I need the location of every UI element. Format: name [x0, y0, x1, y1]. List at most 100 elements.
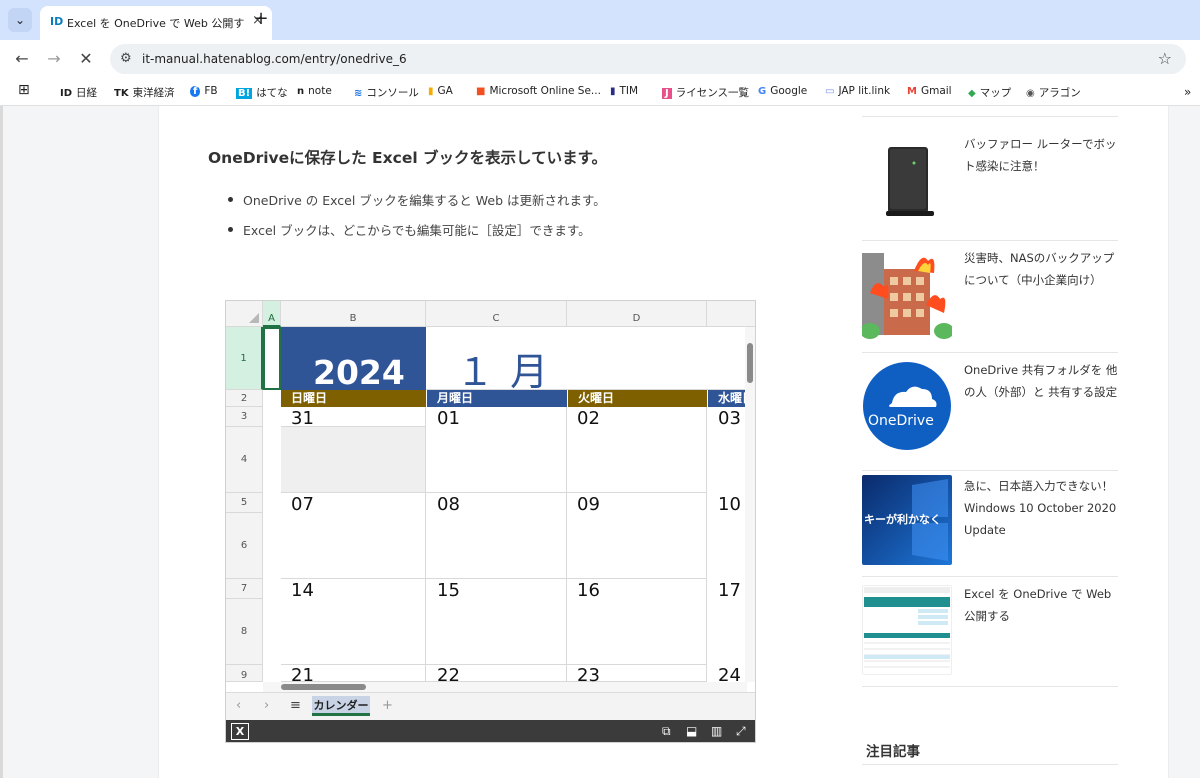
- windows-keyboard-thumbnail[interactable]: キーが利かなく: [862, 475, 952, 565]
- horizontal-scroll-thumb[interactable]: [281, 684, 366, 690]
- wednesday-header[interactable]: 水曜日: [707, 390, 747, 407]
- address-bar[interactable]: ⚙ it-manual.hatenablog.com/entry/onedriv…: [110, 44, 1186, 74]
- row-header-3[interactable]: 3: [226, 407, 263, 427]
- bookmark-license-list[interactable]: J ライセンス一覧: [662, 85, 749, 100]
- column-header-a[interactable]: A: [263, 301, 281, 327]
- row-header-2[interactable]: 2: [226, 390, 263, 407]
- date-number: 16: [577, 580, 600, 601]
- next-sheet-chevron-icon[interactable]: ›: [264, 698, 269, 713]
- month-text: １ 月: [456, 350, 551, 394]
- tuesday-header[interactable]: 火曜日: [567, 390, 707, 407]
- add-sheet-icon[interactable]: +: [382, 698, 393, 713]
- onedrive-thumbnail[interactable]: OneDrive: [862, 361, 952, 451]
- back-arrow-icon[interactable]: ←: [11, 49, 33, 71]
- column-header-e[interactable]: [707, 301, 755, 327]
- bookmark-star-icon[interactable]: ☆: [1158, 49, 1172, 68]
- new-tab-button[interactable]: +: [250, 9, 272, 31]
- analytics-icon: ▮: [428, 86, 434, 97]
- copy-icon[interactable]: ⧉: [662, 724, 671, 739]
- fire-building-thumbnail[interactable]: [862, 249, 952, 339]
- row-header-1[interactable]: 1: [226, 327, 263, 390]
- related-article[interactable]: バッファロー ルーターでボット感染に注意！: [862, 116, 1118, 240]
- related-article[interactable]: OneDrive OneDrive 共有フォルダを 他の人（外部）と 共有する設…: [862, 352, 1118, 470]
- forward-arrow-icon[interactable]: →: [43, 49, 65, 71]
- stop-loading-icon[interactable]: ✕: [75, 49, 97, 71]
- bookmark-aragon[interactable]: ◉ アラゴン: [1026, 85, 1081, 100]
- related-article-title: バッファロー ルーターでボット感染に注意！: [964, 137, 1117, 173]
- row-header-8[interactable]: 8: [226, 599, 263, 665]
- column-header-b[interactable]: B: [281, 301, 426, 327]
- microsoft-icon: ■: [476, 86, 486, 97]
- selected-cell-a1[interactable]: [263, 327, 281, 390]
- row-header-7[interactable]: 7: [226, 579, 263, 599]
- row-header-5[interactable]: 5: [226, 493, 263, 513]
- layout-icon[interactable]: ▥: [711, 724, 722, 738]
- excel-embed[interactable]: A B C D 1 2 3 4 5 6 7 8 9 2024 １ 月 日曜日 月…: [225, 300, 756, 743]
- maps-pin-icon: ◆: [968, 88, 976, 99]
- tab-search-button[interactable]: ⌄: [8, 8, 32, 32]
- router-thumbnail[interactable]: [862, 133, 952, 223]
- bookmark-note[interactable]: n note: [297, 85, 332, 97]
- excel-screenshot-thumbnail[interactable]: [862, 585, 952, 675]
- date-number: 22: [437, 665, 460, 682]
- bookmark-ga[interactable]: ▮ GA: [428, 85, 453, 97]
- bookmark-microsoft-online[interactable]: ■ Microsoft Online Se...: [476, 85, 601, 97]
- more-bookmarks-chevron-icon[interactable]: »: [1184, 85, 1191, 99]
- bookmarks-bar: ⊞ ID 日経 TK 東洋経済 f FB B! はてな n note ≋ コンソール ▮ GA…: [0, 78, 1200, 106]
- bookmark-nikkei[interactable]: ID 日経: [60, 85, 97, 100]
- excel-status-bar: X ⧉ ⬓ ▥ ⤢: [226, 720, 755, 742]
- bullet-item: OneDrive の Excel ブックを編集すると Web は更新されます。: [228, 190, 606, 209]
- column-header-c[interactable]: C: [426, 301, 567, 327]
- vertical-scrollbar[interactable]: [745, 327, 755, 682]
- excel-logo-icon[interactable]: X: [231, 723, 249, 740]
- bookmark-label: コンソール: [366, 87, 419, 99]
- url-text[interactable]: it-manual.hatenablog.com/entry/onedrive_…: [142, 52, 407, 66]
- vertical-scroll-thumb[interactable]: [747, 343, 753, 383]
- apps-grid-icon[interactable]: ⊞: [18, 82, 30, 98]
- sheet-tab-calendar[interactable]: カレンダー: [312, 696, 370, 716]
- date-number: 31: [291, 408, 314, 429]
- download-icon[interactable]: ⬓: [686, 724, 697, 738]
- bookmark-litlink[interactable]: ▭ JAP lit.link: [825, 85, 890, 97]
- bookmark-gmail[interactable]: M Gmail: [907, 85, 952, 97]
- date-number: 14: [291, 580, 314, 601]
- globe-icon: ◉: [1026, 88, 1035, 99]
- bookmark-google[interactable]: G Google: [758, 85, 807, 97]
- bookmark-label: JAP lit.link: [838, 85, 891, 97]
- column-header-d[interactable]: D: [567, 301, 707, 327]
- select-all-corner[interactable]: [226, 301, 263, 327]
- date-number: 03: [718, 408, 741, 429]
- row-header-9[interactable]: 9: [226, 665, 263, 682]
- monday-header[interactable]: 月曜日: [426, 390, 567, 407]
- bookmark-facebook[interactable]: f FB: [190, 85, 218, 97]
- bullet-text: Excel ブックは、どこからでも編集可能に［設定］できます。: [243, 223, 591, 238]
- year-cell[interactable]: 2024: [281, 327, 426, 392]
- litlink-icon: ▭: [825, 86, 835, 97]
- site-info-icon[interactable]: ⚙: [120, 51, 132, 66]
- hatena-icon: B!: [236, 88, 253, 99]
- related-article[interactable]: 災害時、NASのバックアップについて（中小企業向け）: [862, 240, 1118, 352]
- bookmark-maps[interactable]: ◆ マップ: [968, 85, 1011, 100]
- bookmark-console[interactable]: ≋ コンソール: [354, 85, 419, 100]
- license-icon: J: [662, 88, 672, 99]
- facebook-icon: f: [190, 86, 201, 97]
- row-header-6[interactable]: 6: [226, 513, 263, 579]
- date-number: 23: [577, 665, 600, 682]
- bookmark-toyokeizai[interactable]: TK 東洋経済: [114, 85, 175, 100]
- bookmark-tim[interactable]: ▮ TIM: [610, 85, 638, 97]
- related-article[interactable]: Excel を OneDrive で Web 公開する: [862, 576, 1118, 688]
- all-sheets-menu-icon[interactable]: ≡: [290, 698, 301, 713]
- date-number: 21: [291, 665, 314, 682]
- bookmark-label: Microsoft Online Se...: [489, 85, 601, 97]
- horizontal-scrollbar[interactable]: [263, 682, 747, 692]
- row-header-4[interactable]: 4: [226, 427, 263, 493]
- prev-sheet-chevron-icon[interactable]: ‹: [236, 698, 241, 713]
- date-number: 09: [577, 494, 600, 515]
- bookmark-hatena[interactable]: B! はてな: [236, 85, 288, 100]
- fullscreen-icon[interactable]: ⤢: [736, 724, 746, 739]
- active-tab[interactable]: ID Excel を OneDrive で Web 公開す ×: [40, 6, 272, 40]
- tab-strip: ⌄ ID Excel を OneDrive で Web 公開す × +: [0, 0, 1200, 40]
- sunday-header[interactable]: 日曜日: [281, 390, 426, 407]
- related-article[interactable]: キーが利かなく 急に、日本語入力できない！ Windows 10 October…: [862, 470, 1118, 576]
- tab-favicon-icon: ID: [50, 15, 64, 28]
